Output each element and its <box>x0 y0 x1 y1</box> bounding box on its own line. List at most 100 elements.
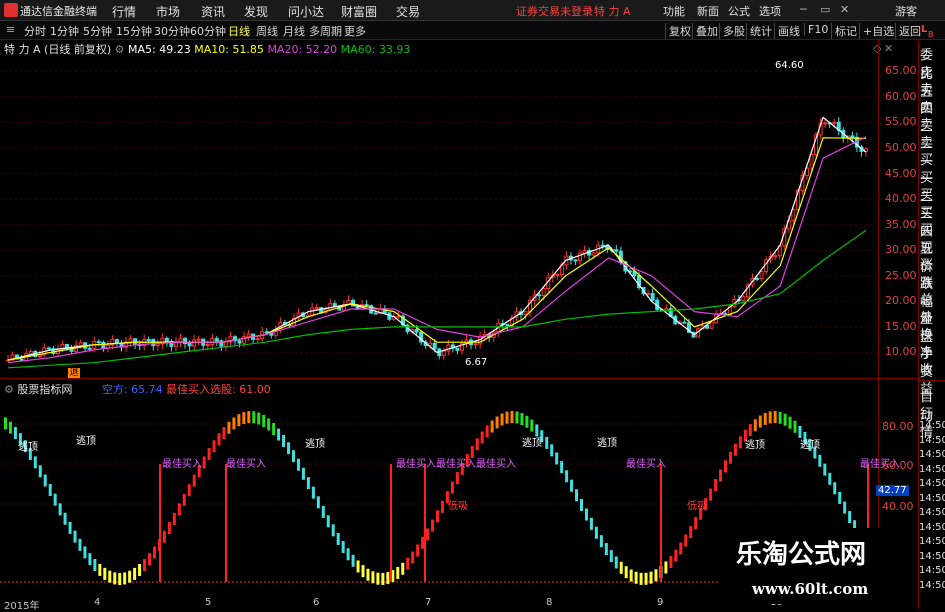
indicator-bar <box>13 426 17 439</box>
indicator-bar <box>724 460 727 473</box>
menu-market[interactable]: 市场 <box>156 3 180 20</box>
indicator-bar <box>436 510 439 523</box>
candle-body <box>823 122 828 125</box>
buy-label-4: 最佳买入 <box>626 459 666 470</box>
indicator-bar <box>714 478 718 491</box>
menu-newface[interactable]: 新面 <box>697 3 719 19</box>
menu-discover[interactable]: 发现 <box>244 3 268 20</box>
indicator-bar <box>33 456 37 469</box>
login-status[interactable]: 证券交易未登录 <box>516 3 593 19</box>
indicator-bar <box>351 554 355 567</box>
indicator-bar <box>584 508 588 521</box>
menu-function[interactable]: 功能 <box>663 3 685 19</box>
candle-body <box>682 321 687 324</box>
menu-options[interactable]: 选项 <box>759 3 781 19</box>
indicator-bar <box>381 572 385 585</box>
indicator-bar <box>108 570 112 583</box>
indicator-bar <box>252 411 256 424</box>
candle-body <box>759 271 764 280</box>
escape-label-6: 逃顶 <box>745 440 765 451</box>
candle-body <box>646 293 651 296</box>
indicator-bar <box>748 424 752 437</box>
candle-body <box>650 293 655 301</box>
indicator-bar <box>793 420 797 433</box>
indicator-bar <box>440 500 444 513</box>
date-5: 5 <box>205 597 212 608</box>
indicator-bar <box>624 566 628 579</box>
time-tick-1: 14:50 <box>919 434 945 446</box>
indicator-bar <box>217 433 221 446</box>
indicator-bar <box>78 538 82 551</box>
period-5min[interactable]: 5分钟 <box>83 23 112 39</box>
indicator-bar <box>753 419 757 432</box>
candle-body <box>46 347 51 350</box>
indicator-bar <box>500 413 504 426</box>
indicator-bar <box>128 570 132 583</box>
tool-multi-stock[interactable]: 多股 <box>719 23 745 39</box>
menu-toggle-icon[interactable]: ≡ <box>6 23 15 36</box>
indicator-bar <box>182 493 186 506</box>
axis-divider <box>878 40 879 596</box>
candle-body <box>573 259 578 262</box>
settings-gear-icon[interactable]: ⚙ <box>115 43 125 56</box>
indicator-bar <box>570 479 574 492</box>
minimize-icon[interactable]: ─ <box>800 3 807 16</box>
period-1min[interactable]: 1分钟 <box>50 23 79 39</box>
tool-f10[interactable]: F10 <box>804 23 828 36</box>
candle-body <box>78 342 83 346</box>
indicator-bar <box>172 512 176 525</box>
indicator-bar <box>773 411 777 424</box>
tool-stats[interactable]: 统计 <box>746 23 772 39</box>
indicator-bar <box>292 450 295 463</box>
period-60min[interactable]: 60分钟 <box>190 23 226 39</box>
tool-back[interactable]: 返回 <box>895 23 921 39</box>
menu-ask[interactable]: 问小达 <box>288 3 324 20</box>
price-tick-5: 40.00 <box>885 192 917 206</box>
tool-draw[interactable]: 画线 <box>774 23 800 39</box>
chart-close-icon[interactable]: ✕ <box>884 42 893 55</box>
indicator-bar <box>98 563 102 576</box>
period-30min[interactable]: 30分钟 <box>154 23 190 39</box>
candle-body <box>255 338 260 341</box>
indicator-bar <box>401 562 405 575</box>
period-intraday[interactable]: 分时 <box>24 23 46 39</box>
panel-separator[interactable] <box>0 378 918 379</box>
candle-body <box>114 339 119 344</box>
tool-restore-rights[interactable]: 复权 <box>665 23 691 39</box>
guest-button[interactable]: 游客 <box>895 3 917 19</box>
price-chart[interactable] <box>0 56 878 378</box>
indicator-bar <box>545 436 549 449</box>
menu-formula[interactable]: 公式 <box>728 3 750 19</box>
menu-trade[interactable]: 交易 <box>396 3 420 20</box>
indicator-bar <box>331 524 335 537</box>
close-icon[interactable]: ✕ <box>840 3 849 16</box>
indicator-bar <box>778 411 782 424</box>
tool-add-watchlist[interactable]: +自选 <box>859 23 894 39</box>
menu-hq[interactable]: 行情 <box>112 3 136 20</box>
candle-body <box>600 244 605 247</box>
indicator-bar <box>619 561 623 574</box>
candle-body <box>87 347 92 350</box>
indicator-bar <box>227 421 231 434</box>
ma60-value: MA60: 33.93 <box>340 43 411 56</box>
indicator-bar <box>148 553 151 566</box>
tool-overlay[interactable]: 叠加 <box>692 23 718 39</box>
period-weekly[interactable]: 周线 <box>256 23 278 39</box>
candle-body <box>328 303 333 311</box>
period-daily[interactable]: 日线 <box>228 23 250 39</box>
period-15min[interactable]: 15分钟 <box>116 23 152 39</box>
time-tick-5: 14:50 <box>919 492 945 504</box>
price-tick-1: 60.00 <box>885 89 917 103</box>
candle-body <box>832 121 837 124</box>
date-6: 6 <box>313 597 320 608</box>
indicator-bar <box>609 550 613 563</box>
ma-info-line: 特 力 A (日线 前复权) ⚙ MA5: 49.23 MA10: 51.85 … <box>4 41 410 57</box>
menu-news[interactable]: 资讯 <box>201 3 225 20</box>
period-monthly[interactable]: 月线 <box>283 23 305 39</box>
time-tick-6: 14:50 <box>919 507 945 518</box>
tool-mark[interactable]: 标记 <box>831 23 857 39</box>
maximize-icon[interactable]: ▭ <box>820 3 830 16</box>
period-more[interactable]: 更多 <box>344 23 366 39</box>
period-multi[interactable]: 多周期 <box>309 23 342 39</box>
menu-wealth[interactable]: 财富圈 <box>341 3 377 20</box>
